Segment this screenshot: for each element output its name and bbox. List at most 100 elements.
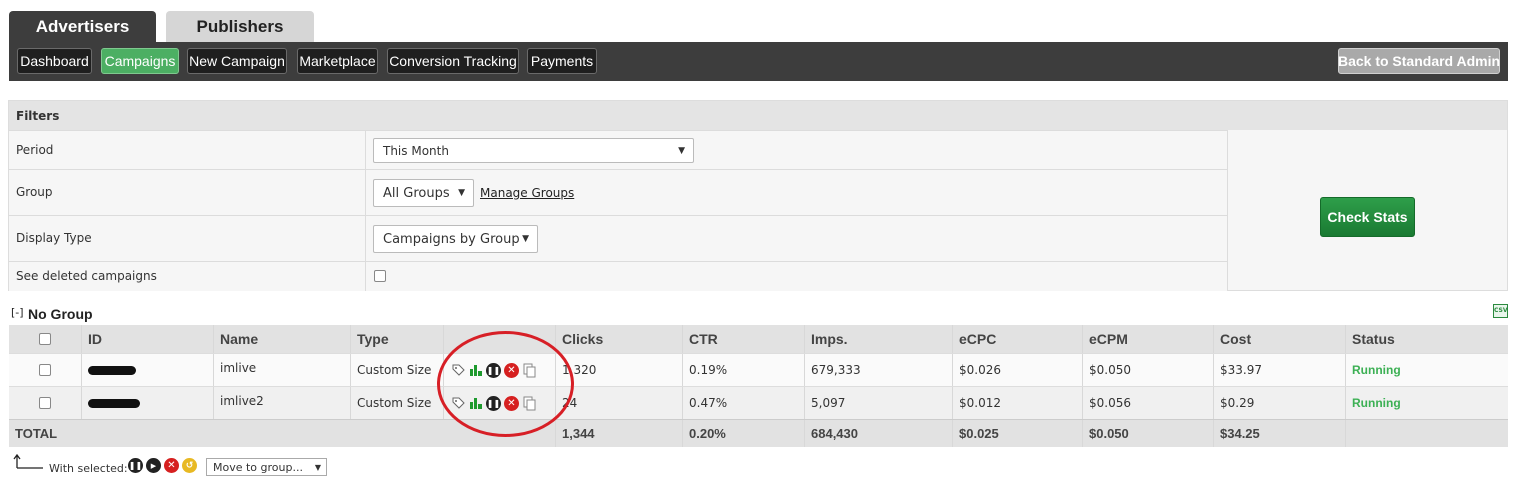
row-checkbox[interactable]	[39, 397, 51, 409]
header-ctr[interactable]: CTR	[682, 325, 804, 353]
tag-icon[interactable]	[450, 396, 465, 411]
display-type-select[interactable]: Campaigns by Group ▼	[373, 225, 538, 253]
total-cost: $34.25	[1213, 420, 1345, 447]
nav-payments[interactable]: Payments	[527, 48, 597, 74]
header-name[interactable]: Name	[213, 325, 350, 353]
period-label: Period	[16, 143, 54, 157]
chevron-down-icon: ▼	[314, 462, 321, 472]
pause-icon[interactable]: ❚❚	[486, 362, 501, 378]
filters-title: Filters	[9, 101, 1507, 130]
filter-row-period: Period This Month ▼	[9, 130, 1227, 169]
pause-icon[interactable]: ❚❚	[128, 458, 143, 473]
delete-icon[interactable]: ✕	[164, 458, 179, 473]
total-label: TOTAL	[15, 426, 58, 441]
delete-icon[interactable]: ✕	[504, 395, 519, 411]
row-clicks: 1,320	[555, 354, 682, 386]
row-id	[81, 387, 213, 419]
header-id[interactable]: ID	[81, 325, 213, 353]
row-name[interactable]: imlive2	[213, 387, 350, 419]
header-clicks[interactable]: Clicks	[555, 325, 682, 353]
nav-conversion-tracking[interactable]: Conversion Tracking	[387, 48, 519, 74]
move-to-group-select[interactable]: Move to group... ▼	[206, 458, 327, 476]
header-ecpm[interactable]: eCPM	[1082, 325, 1213, 353]
manage-groups-link[interactable]: Manage Groups	[480, 186, 574, 200]
row-type: Custom Size	[350, 387, 443, 419]
nav-marketplace[interactable]: Marketplace	[297, 48, 378, 74]
row-checkbox[interactable]	[39, 364, 51, 376]
row-ecpc: $0.012	[952, 387, 1082, 419]
display-type-label: Display Type	[16, 231, 92, 245]
group-collapse-toggle[interactable]: [-]	[11, 306, 24, 319]
status-badge: Running	[1352, 363, 1401, 377]
delete-icon[interactable]: ✕	[504, 362, 519, 378]
pause-icon[interactable]: ❚❚	[486, 395, 501, 411]
table-total-row: TOTAL 1,344 0.20% 684,430 $0.025 $0.050 …	[9, 419, 1508, 447]
filter-row-deleted: See deleted campaigns	[9, 261, 1227, 291]
check-stats-button[interactable]: Check Stats	[1320, 197, 1415, 237]
row-cost: $0.29	[1213, 387, 1345, 419]
chevron-down-icon: ▼	[678, 145, 685, 156]
row-name[interactable]: imlive	[213, 354, 350, 386]
table-header: ID Name Type Clicks CTR Imps. eCPC eCPM …	[9, 325, 1508, 353]
check-stats-cell: Check Stats	[1227, 130, 1507, 290]
row-ecpc: $0.026	[952, 354, 1082, 386]
play-icon[interactable]: ▶	[146, 458, 161, 473]
tag-icon[interactable]	[450, 363, 465, 378]
header-actions	[443, 325, 555, 353]
filters-panel: Filters Period This Month ▼ Group All Gr…	[8, 100, 1508, 291]
row-cost: $33.97	[1213, 354, 1345, 386]
chevron-down-icon: ▼	[458, 188, 465, 198]
table-row: imlive Custom Size ❚❚ ✕ 1,320 0.19% 679,…	[9, 353, 1508, 386]
period-select[interactable]: This Month ▼	[373, 138, 694, 163]
nav-bar: Dashboard Campaigns New Campaign Marketp…	[9, 42, 1508, 81]
stats-icon[interactable]	[468, 363, 483, 378]
row-actions: ❚❚ ✕	[443, 387, 555, 419]
row-actions: ❚❚ ✕	[443, 354, 555, 386]
chevron-down-icon: ▼	[522, 234, 529, 244]
row-imps: 679,333	[804, 354, 952, 386]
nav-dashboard[interactable]: Dashboard	[17, 48, 92, 74]
group-label: Group	[16, 185, 53, 199]
header-cost[interactable]: Cost	[1213, 325, 1345, 353]
header-imps[interactable]: Imps.	[804, 325, 952, 353]
tab-advertisers[interactable]: Advertisers	[9, 11, 156, 42]
nav-campaigns[interactable]: Campaigns	[101, 48, 179, 74]
row-type: Custom Size	[350, 354, 443, 386]
filter-row-display-type: Display Type Campaigns by Group ▼	[9, 215, 1227, 261]
header-status[interactable]: Status	[1345, 325, 1508, 353]
row-imps: 5,097	[804, 387, 952, 419]
header-ecpc[interactable]: eCPC	[952, 325, 1082, 353]
row-clicks: 24	[555, 387, 682, 419]
back-to-standard-admin-button[interactable]: Back to Standard Admin	[1338, 48, 1500, 74]
bulk-actions: ❚❚ ▶ ✕ ↺	[128, 458, 197, 473]
deleted-campaigns-label: See deleted campaigns	[16, 269, 157, 283]
tab-publishers[interactable]: Publishers	[166, 11, 314, 42]
nav-new-campaign[interactable]: New Campaign	[187, 48, 287, 74]
redacted-id	[88, 365, 136, 375]
group-select[interactable]: All Groups ▼	[373, 179, 474, 207]
row-ecpm: $0.056	[1082, 387, 1213, 419]
row-ctr: 0.47%	[682, 387, 804, 419]
stats-icon[interactable]	[468, 396, 483, 411]
csv-export-icon[interactable]: CSV	[1493, 304, 1508, 318]
selection-arrow-icon	[13, 453, 43, 469]
copy-icon[interactable]	[522, 396, 537, 411]
total-ctr: 0.20%	[682, 420, 804, 447]
total-ecpc: $0.025	[952, 420, 1082, 447]
row-ecpm: $0.050	[1082, 354, 1213, 386]
row-ctr: 0.19%	[682, 354, 804, 386]
header-type[interactable]: Type	[350, 325, 443, 353]
row-id	[81, 354, 213, 386]
total-clicks: 1,344	[555, 420, 682, 447]
select-all-checkbox[interactable]	[39, 333, 51, 345]
filter-row-group: Group All Groups ▼ Manage Groups	[9, 169, 1227, 215]
with-selected-label: With selected:	[49, 462, 128, 475]
table-row: imlive2 Custom Size ❚❚ ✕ 24 0.47% 5,097 …	[9, 386, 1508, 419]
copy-icon[interactable]	[522, 363, 537, 378]
redacted-id	[88, 398, 140, 408]
restore-icon[interactable]: ↺	[182, 458, 197, 473]
status-badge: Running	[1352, 396, 1401, 410]
total-ecpm: $0.050	[1082, 420, 1213, 447]
total-imps: 684,430	[804, 420, 952, 447]
deleted-campaigns-checkbox[interactable]	[374, 270, 386, 282]
